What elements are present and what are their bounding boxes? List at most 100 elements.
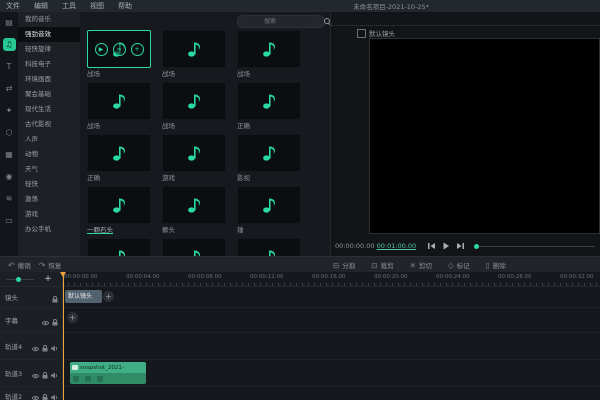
category-item-12[interactable]: 激荡 [18,192,80,207]
lock-icon[interactable] [42,337,48,356]
category-item-4[interactable]: 环境画面 [18,72,80,87]
audio-tile[interactable] [237,30,301,68]
zoom-knob[interactable] [16,277,21,282]
crop-tool-button[interactable]: ⊡裁剪 [371,260,393,270]
category-item-9[interactable]: 动物 [18,147,80,162]
lock-icon[interactable] [52,311,58,330]
category-item-2[interactable]: 轻快旋律 [18,42,80,57]
next-frame-button[interactable] [456,242,464,250]
prev-frame-button[interactable] [428,242,436,250]
media-clip[interactable]: snapshot_2021- [70,362,146,384]
speaker-icon[interactable] [51,386,58,400]
audio-tile[interactable] [237,134,301,172]
audio-tile[interactable] [87,238,151,256]
audio-tile[interactable]: ▶ ∞ + [87,30,151,68]
eye-icon[interactable] [32,337,39,356]
redo-button[interactable]: ↷ 恢复 [39,260,62,270]
time-ruler[interactable]: 00:00:00.0000:00:04.0000:00:08.0000:00:1… [62,272,600,287]
lock-icon[interactable] [42,364,48,383]
tool-label: 分割 [342,260,355,270]
menu-item-4[interactable]: 帮助 [118,1,132,11]
menu-item-1[interactable]: 编辑 [34,1,48,11]
undo-button[interactable]: ↶ 撤销 [8,260,31,270]
add-subtitle-button[interactable]: + [67,312,78,323]
cloud-icon[interactable]: ≋ [3,192,16,205]
ruler-timestamp: 00:00:24.00 [436,274,469,280]
transitions-icon[interactable]: ⇄ [3,82,16,95]
category-item-3[interactable]: 科技电子 [18,57,80,72]
category-item-1[interactable]: 强劲音效 [18,27,80,42]
device-icon[interactable]: ▭ [3,214,16,227]
menu-item-3[interactable]: 视图 [90,1,104,11]
timeline-lane-2[interactable] [62,333,600,360]
audio-tile[interactable] [162,134,226,172]
audio-tile[interactable] [237,186,301,224]
audio-tile[interactable] [162,238,226,256]
marker-tool-button[interactable]: ◇标记 [448,260,470,270]
timeline-lane-4[interactable] [62,387,600,400]
eye-icon[interactable] [32,386,39,400]
tile-add-icon[interactable]: + [131,43,144,56]
timeline-lane-0[interactable]: 默认镜头+ [62,287,600,308]
timeline-lane-1[interactable]: + [62,308,600,333]
audio-tile-label: 影视 [237,172,307,182]
delete-tool-button[interactable]: ▯删除 [486,260,506,270]
category-item-13[interactable]: 游戏 [18,207,80,222]
lock-icon[interactable] [52,288,58,307]
add-shot-button[interactable]: + [103,291,114,302]
tile-play-icon[interactable]: ▶ [95,43,108,56]
audio-tile[interactable] [87,134,151,172]
media-icon[interactable]: ▤ [3,16,16,29]
search-box[interactable] [237,15,325,28]
audio-tile[interactable] [162,30,226,68]
track-name: 镜头 [0,292,52,302]
slider-knob[interactable] [474,244,479,249]
category-item-5[interactable]: 聚会基础 [18,87,80,102]
category-item-14[interactable]: 办公手机 [18,222,80,237]
menu-item-0[interactable]: 文件 [6,1,20,11]
effects-icon[interactable]: ✦ [3,104,16,117]
category-item-11[interactable]: 轻快 [18,177,80,192]
split-tool-button[interactable]: ⊟分割 [333,260,355,270]
menu-item-2[interactable]: 工具 [62,1,76,11]
audio-tile-label: 游戏 [162,172,232,182]
audio-tile[interactable] [87,82,151,120]
duration-time[interactable]: 00:01:00.00 [377,242,417,250]
tile-loop-icon[interactable]: ∞ [113,43,126,56]
timeline-lane-3[interactable]: snapshot_2021- [62,360,600,387]
preview-progress-slider[interactable] [474,246,595,247]
elements-icon[interactable]: ⬡ [3,126,16,139]
titles-icon[interactable]: T [3,60,16,73]
lock-icon[interactable] [42,386,48,400]
category-item-6[interactable]: 现代生活 [18,102,80,117]
audio-tile[interactable] [162,186,226,224]
music-note-icon [186,196,202,214]
audio-tile[interactable] [87,186,151,224]
record-icon[interactable]: ◉ [3,170,16,183]
timeline-zoom-slider[interactable] [6,279,34,280]
shot-clip[interactable]: 默认镜头 [65,290,102,303]
add-track-button[interactable]: + [42,273,54,285]
play-button[interactable] [442,242,450,250]
speaker-icon[interactable] [51,337,58,356]
audio-tile[interactable] [237,82,301,120]
audio-tile[interactable] [237,238,301,256]
track-icons [52,288,62,307]
split-tool-icon: ⊟ [333,261,339,270]
audio-tile[interactable] [162,82,226,120]
speaker-icon[interactable] [51,364,58,383]
crop-tool-icon: ⊡ [371,261,377,270]
category-item-8[interactable]: 人声 [18,132,80,147]
cut-tool-button[interactable]: ✕剪切 [410,260,432,270]
eye-icon[interactable] [32,364,39,383]
search-input[interactable] [238,18,324,25]
eye-icon[interactable] [42,311,49,330]
split-screen-icon[interactable]: ▦ [3,148,16,161]
track-header-0: 镜头 [0,287,62,308]
category-item-10[interactable]: 天气 [18,162,80,177]
playhead[interactable] [63,272,64,400]
audio-music-icon[interactable]: ♫ [3,38,16,51]
category-item-0[interactable]: 我的音乐 [18,12,80,27]
category-item-7[interactable]: 古代影视 [18,117,80,132]
timecode: 00:00:00.00 00:01:00.00 [335,242,416,250]
